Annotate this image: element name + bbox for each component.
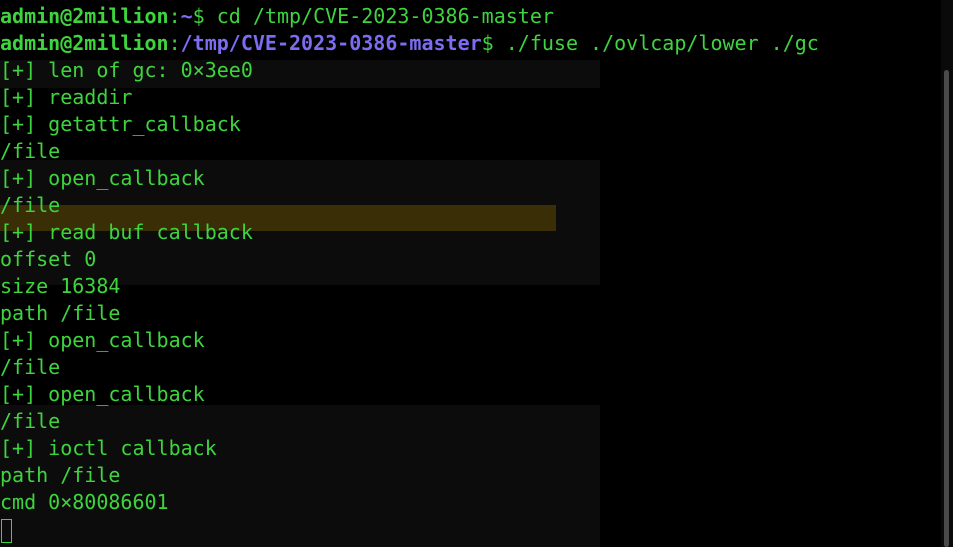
prompt-line-2: admin@2million:/tmp/CVE-2023-0386-master… (0, 30, 819, 57)
prompt-dollar: $ (192, 4, 205, 28)
prompt-colon: : (168, 31, 181, 55)
prompt-user-host: admin@2million (0, 31, 169, 55)
command-text: cd /tmp/CVE-2023-0386-master (204, 4, 554, 28)
terminal-output: admin@2million:~$ cd /tmp/CVE-2023-0386-… (0, 3, 819, 543)
output-line: [+] ioctl callback (0, 436, 217, 460)
output-line: /file (0, 355, 61, 379)
scrollbar-thumb[interactable] (944, 70, 949, 547)
prompt-path: ~ (180, 4, 193, 28)
output-line: size 16384 (0, 274, 121, 298)
cursor-line[interactable] (0, 516, 819, 543)
prompt-line-1: admin@2million:~$ cd /tmp/CVE-2023-0386-… (0, 3, 819, 30)
output-line: path /file (0, 301, 121, 325)
output-line: [+] len of gc: 0×3ee0 (0, 58, 253, 82)
terminal-window[interactable]: admin@2million:~$ cd /tmp/CVE-2023-0386-… (0, 0, 953, 547)
output-line: [+] read buf callback (0, 220, 253, 244)
output-line: offset 0 (0, 247, 97, 271)
output-line: /file (0, 409, 61, 433)
command-text: ./fuse ./ovlcap/lower ./gc (493, 31, 819, 55)
output-line: path /file (0, 463, 121, 487)
output-line: cmd 0×80086601 (0, 490, 169, 514)
output-line: [+] open_callback (0, 328, 205, 352)
prompt-path: /tmp/CVE-2023-0386-master (180, 31, 482, 55)
output-line: [+] open_callback (0, 382, 205, 406)
prompt-dollar: $ (481, 31, 494, 55)
text-cursor (1, 518, 12, 543)
output-line: [+] readdir (0, 85, 133, 109)
prompt-colon: : (168, 4, 181, 28)
prompt-user-host: admin@2million (0, 4, 169, 28)
output-line: [+] getattr_callback (0, 112, 241, 136)
vertical-scrollbar[interactable] (941, 0, 953, 547)
output-line: [+] open_callback (0, 166, 205, 190)
output-line: /file (0, 139, 61, 163)
output-line: /file (0, 193, 61, 217)
